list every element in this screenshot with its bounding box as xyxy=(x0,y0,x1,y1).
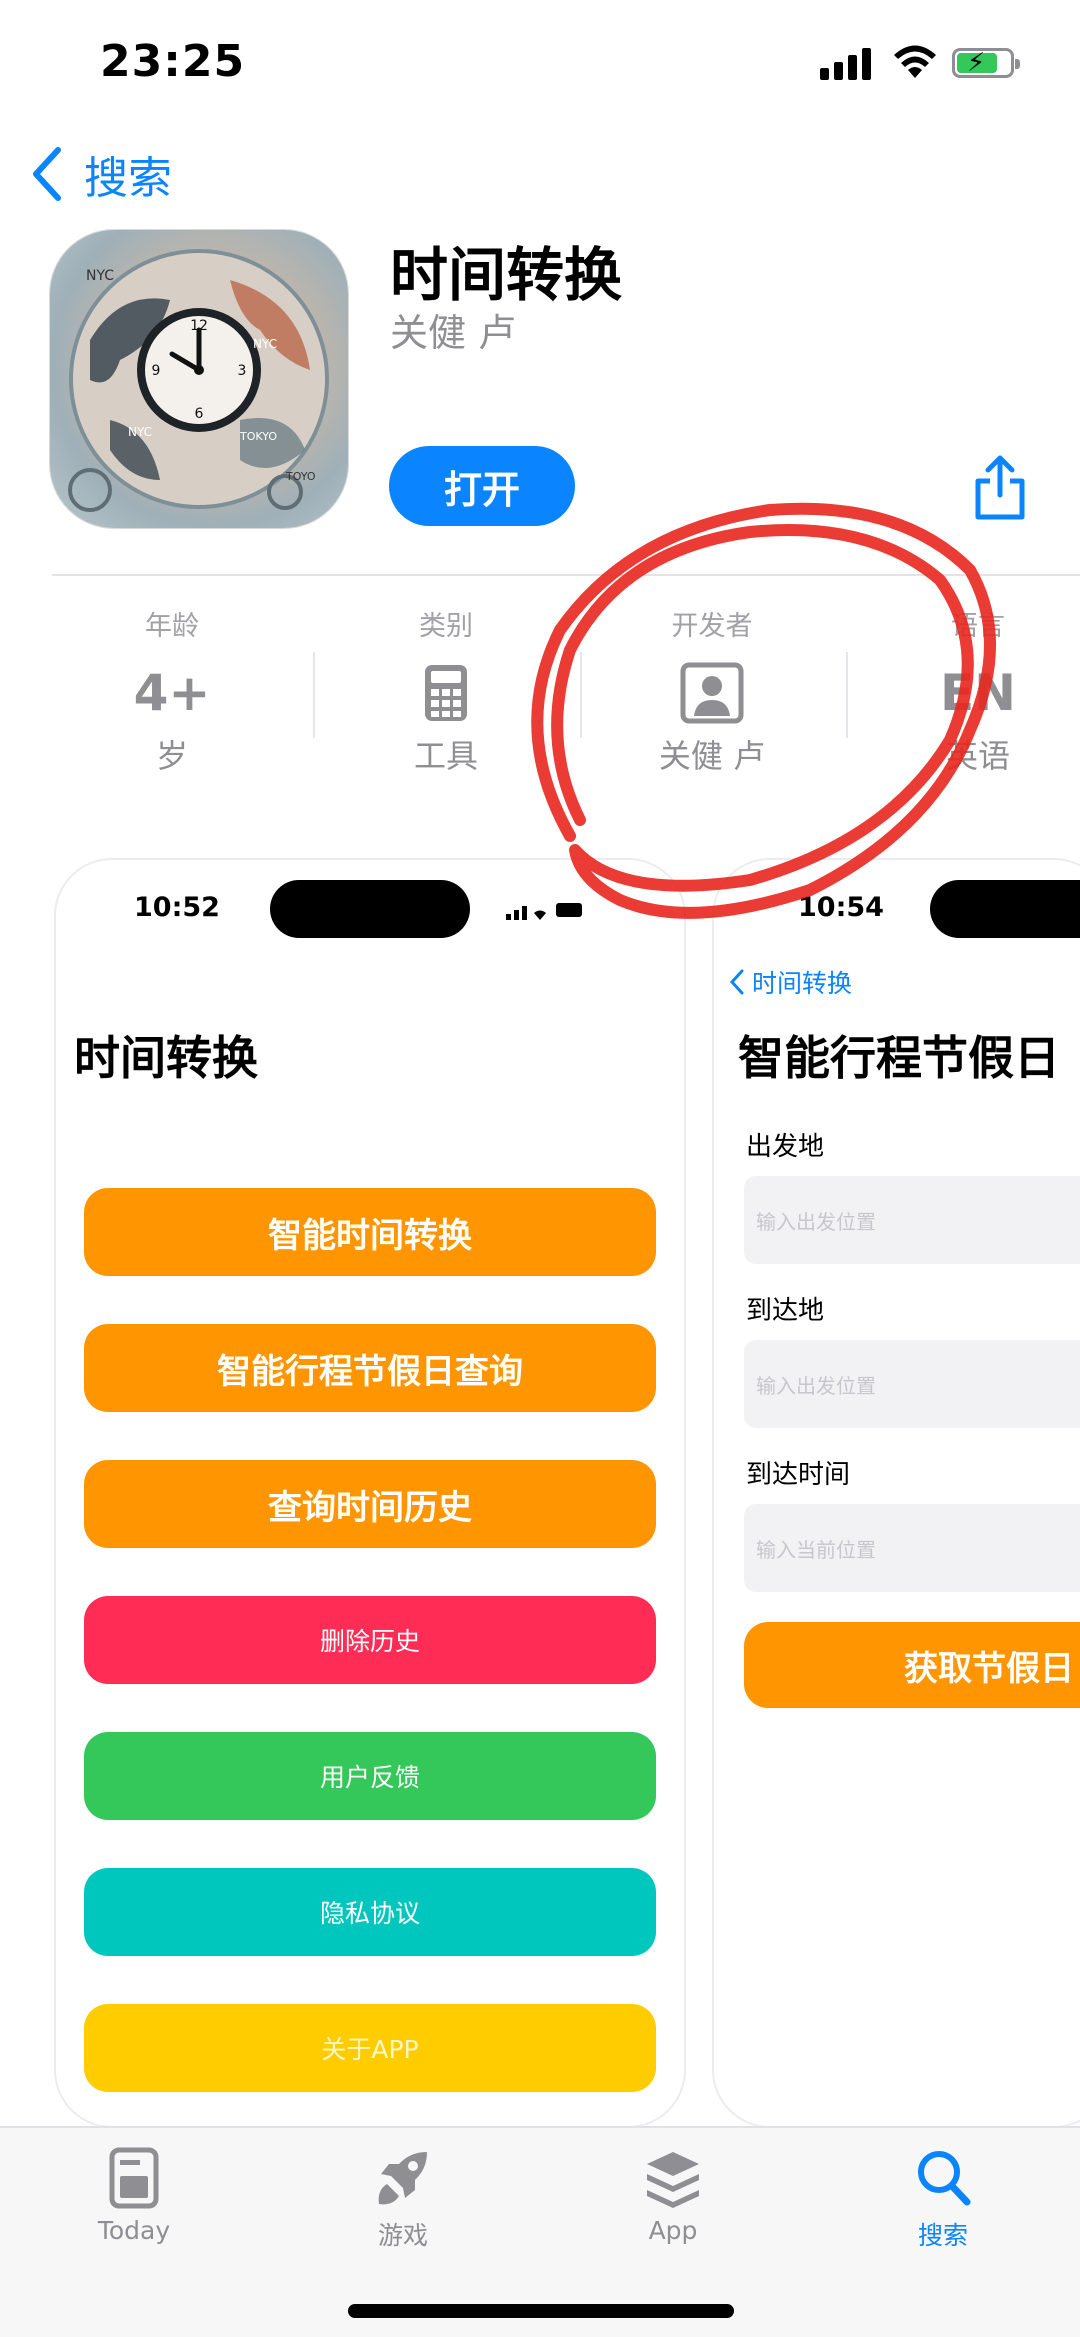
app-developer[interactable]: 关健 卢 xyxy=(390,302,516,357)
app-title: 时间转换 xyxy=(390,241,623,309)
arrival-time-field: 输入当前位置 xyxy=(744,1504,1080,1592)
person-square-icon xyxy=(680,662,744,724)
info-language-label: 语言 xyxy=(951,611,1005,642)
status-icons-mini xyxy=(506,903,582,920)
tab-search[interactable]: 搜索 xyxy=(843,2146,1043,2252)
arrival-time-label: 到达时间 xyxy=(746,1460,851,1490)
info-category-value xyxy=(326,661,566,725)
info-age-label: 年龄 xyxy=(145,611,199,642)
info-developer[interactable]: 开发者 关健 卢 xyxy=(592,604,832,777)
svg-text:12: 12 xyxy=(190,318,208,334)
world-clock-icon: 12 3 6 9 NYC NYC TOKYO NYC TOYO xyxy=(68,249,329,512)
tab-games[interactable]: 游戏 xyxy=(303,2146,503,2252)
status-time: 23:25 xyxy=(100,36,246,87)
arrival-label: 到达地 xyxy=(746,1296,825,1326)
tab-apps-label: App xyxy=(648,2216,698,2245)
tab-search-label: 搜索 xyxy=(917,2221,968,2250)
screenshot-1[interactable]: 10:52 时间转换 智能时间转换 智能行程节假日查询 查询时间历史 删除历史 … xyxy=(54,858,686,2128)
info-age-value: 4+ xyxy=(133,664,211,722)
screenshot-1-title: 时间转换 xyxy=(74,1031,258,1085)
svg-text:6: 6 xyxy=(195,406,204,422)
calculator-icon xyxy=(425,665,467,721)
tab-today[interactable]: Today xyxy=(34,2146,234,2245)
svg-text:9: 9 xyxy=(152,363,161,379)
screenshot-1-time: 10:52 xyxy=(134,892,220,923)
dynamic-island xyxy=(270,880,470,938)
info-separator xyxy=(313,652,315,738)
svg-text:NYC: NYC xyxy=(253,337,277,351)
info-developer-label: 开发者 xyxy=(671,611,753,642)
screenshot-2-title: 智能行程节假日 xyxy=(738,1031,1060,1085)
screenshot-2-time: 10:54 xyxy=(798,892,884,923)
smart-time-convert-button: 智能时间转换 xyxy=(84,1188,656,1276)
header-divider xyxy=(52,574,1080,576)
status-icons: ⚡ xyxy=(820,40,1020,84)
info-developer-value xyxy=(592,661,832,725)
home-indicator xyxy=(348,2304,734,2318)
cellular-signal-icon xyxy=(820,46,872,80)
holiday-query-button: 智能行程节假日查询 xyxy=(84,1324,656,1412)
share-icon[interactable] xyxy=(972,455,1028,521)
history-query-button: 查询时间历史 xyxy=(84,1460,656,1548)
info-category[interactable]: 类别 工具 xyxy=(326,604,566,777)
screenshot-2-back: 时间转换 xyxy=(728,964,852,1000)
search-icon xyxy=(918,2151,971,2206)
today-icon xyxy=(109,2147,159,2209)
chevron-left-icon xyxy=(729,969,744,995)
svg-text:NYC: NYC xyxy=(128,425,152,439)
back-button[interactable]: 搜索 xyxy=(30,146,172,204)
svg-text:TOKYO: TOKYO xyxy=(239,430,277,443)
info-category-sub: 工具 xyxy=(413,737,478,775)
info-age-sub: 岁 xyxy=(155,737,188,775)
screenshot-2[interactable]: 10:54 时间转换 智能行程节假日 出发地 输入出发位置 到达地 输入出发位置… xyxy=(712,858,1080,2128)
privacy-button: 隐私协议 xyxy=(84,1868,656,1956)
svg-text:NYC: NYC xyxy=(86,268,114,284)
tab-today-label: Today xyxy=(97,2216,171,2245)
apps-stack-icon xyxy=(647,2152,699,2208)
info-category-label: 类别 xyxy=(419,611,473,642)
arrival-field: 输入出发位置 xyxy=(744,1340,1080,1428)
get-holiday-button: 获取节假日 xyxy=(744,1622,1080,1708)
departure-field: 输入出发位置 xyxy=(744,1176,1080,1264)
svg-text:TOYO: TOYO xyxy=(285,470,316,483)
tab-apps[interactable]: App xyxy=(573,2146,773,2245)
about-app-button: 关于APP xyxy=(84,2004,656,2092)
dynamic-island xyxy=(930,880,1080,938)
wifi-icon xyxy=(894,45,936,78)
info-language-sub: 英语 xyxy=(945,737,1010,775)
info-developer-sub: 关健 卢 xyxy=(658,737,766,775)
tab-games-label: 游戏 xyxy=(377,2221,428,2250)
info-language-value: EN xyxy=(939,664,1016,722)
rocket-icon xyxy=(378,2152,427,2205)
info-age: 年龄 4+ 岁 xyxy=(52,604,292,777)
info-separator xyxy=(580,652,582,738)
back-label: 搜索 xyxy=(84,153,172,204)
feedback-button: 用户反馈 xyxy=(84,1732,656,1820)
info-separator xyxy=(846,652,848,738)
screenshot-2-back-label: 时间转换 xyxy=(752,969,853,998)
delete-history-button: 删除历史 xyxy=(84,1596,656,1684)
info-language[interactable]: 语言 EN 英语 xyxy=(858,604,1080,777)
chevron-left-icon xyxy=(33,147,61,201)
svg-text:3: 3 xyxy=(238,363,247,379)
open-button[interactable]: 打开 xyxy=(389,446,575,526)
app-icon: 12 3 6 9 NYC NYC TOKYO NYC TOYO xyxy=(50,230,348,528)
departure-label: 出发地 xyxy=(746,1132,825,1162)
battery-icon: ⚡ xyxy=(952,48,1020,78)
